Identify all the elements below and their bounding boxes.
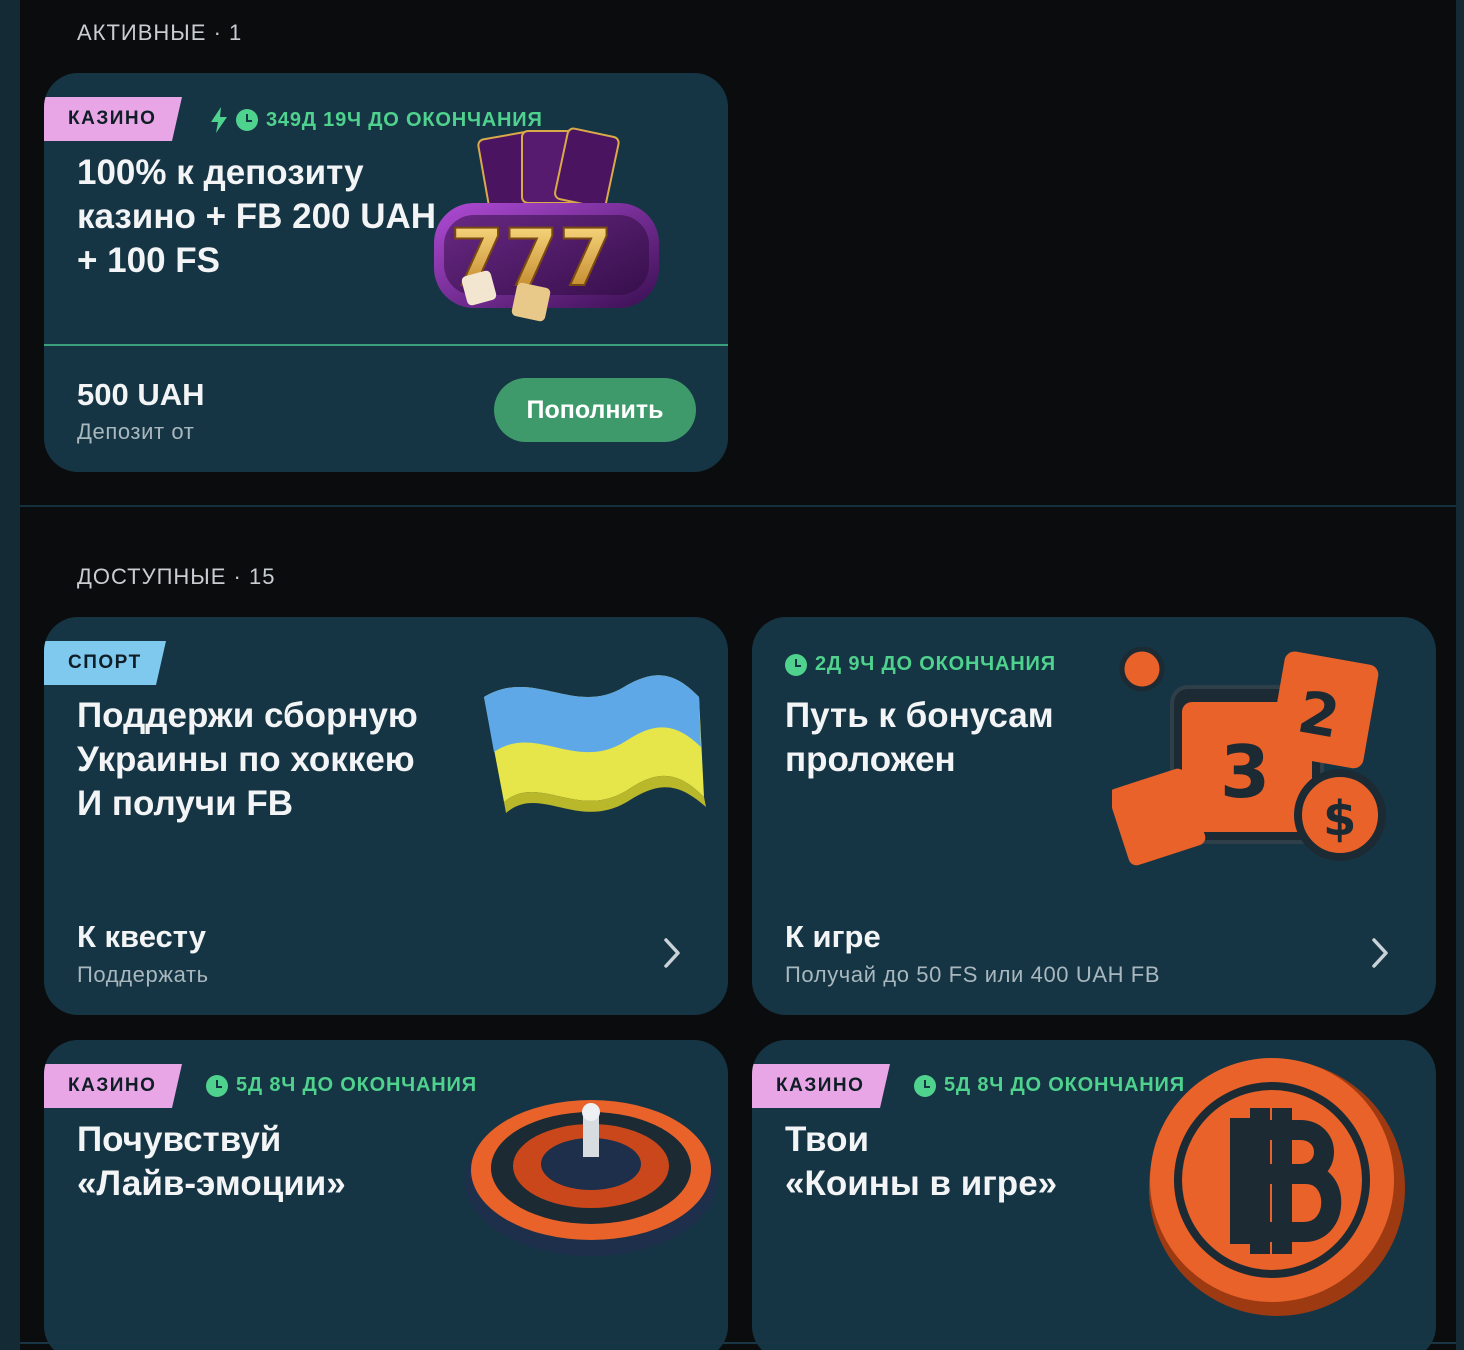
active-bonus-card[interactable]: КАЗИНО 349Д 19Ч ДО ОКОНЧАНИЯ 777 100% к … (44, 73, 728, 472)
category-badge-sport: СПОРТ (44, 641, 166, 685)
bonus-title: 100% к депозиту казино + FB 200 UAH + 10… (77, 153, 437, 280)
bonus-title: Твои «Коины в игре» (785, 1120, 1058, 1203)
left-rail (0, 0, 20, 1350)
category-badge-casino: КАЗИНО (44, 97, 182, 141)
category-badge-casino: КАЗИНО (44, 1064, 182, 1108)
section-divider (20, 505, 1456, 507)
bonus-card-sport[interactable]: СПОРТ Поддержи сборную Украины по хоккею… (44, 617, 728, 1015)
lightning-icon (211, 107, 227, 133)
deposit-label: Депозит от (77, 419, 195, 444)
bottom-border (20, 1342, 1456, 1344)
expiry-timer: 2Д 9Ч ДО ОКОНЧАНИЯ (785, 653, 1056, 676)
deposit-amount: 500 UAH (77, 377, 205, 412)
svg-text:$: $ (1323, 791, 1356, 847)
bonus-title: Путь к бонусам проложен (785, 696, 1054, 779)
bonus-card-coins[interactable]: КАЗИНО 5Д 8Ч ДО ОКОНЧАНИЯ Твои «Коины в … (752, 1040, 1436, 1350)
clock-icon (236, 109, 258, 131)
section-title-active: АКТИВНЫЕ · 1 (77, 20, 243, 45)
bonus-title: Почувствуй «Лайв-эмоции» (77, 1120, 346, 1203)
roulette-wheel-icon (465, 1100, 717, 1256)
deposit-button[interactable]: Пополнить (494, 378, 696, 442)
card-action-title: К игре (785, 919, 881, 954)
expiry-timer: 5Д 8Ч ДО ОКОНЧАНИЯ (914, 1074, 1185, 1097)
svg-text:3: 3 (1220, 730, 1270, 814)
clock-icon (914, 1074, 936, 1097)
card-action-subtitle: Получай до 50 FS или 400 UAH FB (785, 962, 1161, 987)
chevron-right-icon[interactable] (1370, 937, 1390, 969)
calendar-coins-icon: 3 2 $ (1112, 647, 1386, 866)
right-rail (1456, 0, 1464, 1350)
card-action-subtitle: Поддержать (77, 962, 209, 987)
expiry-timer-text: 5Д 8Ч ДО ОКОНЧАНИЯ (944, 1074, 1185, 1096)
card-action-title: К квесту (77, 919, 206, 954)
card-divider (44, 344, 728, 346)
section-title-available: ДОСТУПНЫЕ · 15 (77, 564, 276, 589)
expiry-timer: 5Д 8Ч ДО ОКОНЧАНИЯ (206, 1074, 477, 1097)
clock-icon (206, 1074, 228, 1097)
ukraine-flag-icon (484, 675, 706, 813)
expiry-timer-text: 5Д 8Ч ДО ОКОНЧАНИЯ (236, 1074, 477, 1096)
bonus-title: Поддержи сборную Украины по хоккею И пол… (77, 696, 418, 823)
category-badge-casino: КАЗИНО (752, 1064, 890, 1108)
expiry-timer-text: 2Д 9Ч ДО ОКОНЧАНИЯ (815, 653, 1056, 675)
bonus-card-live[interactable]: КАЗИНО 5Д 8Ч ДО ОКОНЧАНИЯ Почувствуй «Ла… (44, 1040, 728, 1350)
chevron-right-icon[interactable] (662, 937, 682, 969)
slot-machine-777-icon: 777 (434, 127, 659, 322)
bonus-card-path[interactable]: 2Д 9Ч ДО ОКОНЧАНИЯ 3 2 $ Путь к бонусам … (752, 617, 1436, 1015)
clock-icon (785, 653, 807, 676)
